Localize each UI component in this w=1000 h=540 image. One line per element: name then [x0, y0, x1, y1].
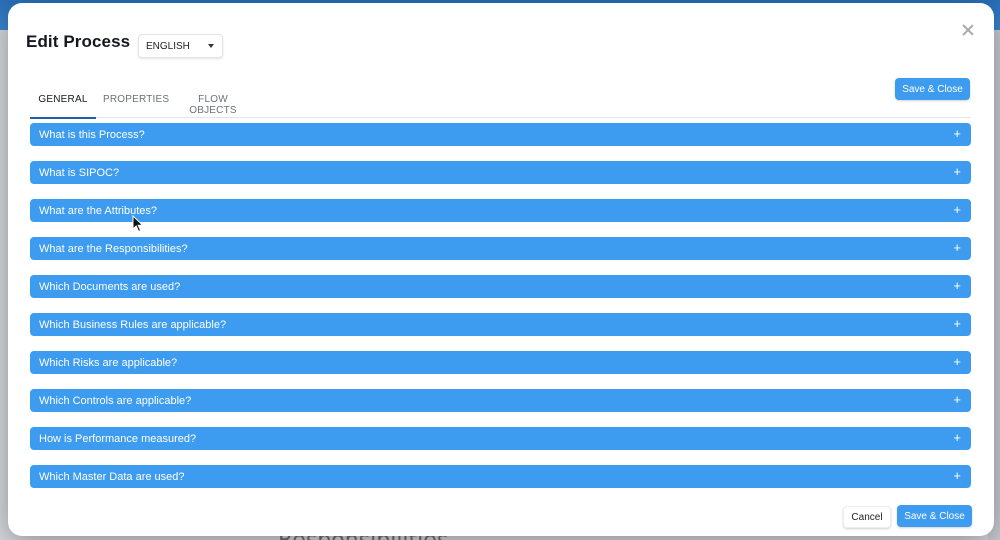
- chevron-down-icon: [208, 44, 214, 48]
- plus-icon: +: [953, 164, 961, 179]
- accordion-item-documents[interactable]: Which Documents are used? +: [30, 275, 971, 298]
- mouse-pointer-icon: [132, 215, 144, 233]
- accordion-item-label: Which Controls are applicable?: [39, 394, 192, 407]
- plus-icon: +: [953, 202, 961, 217]
- accordion-item-label: What is this Process?: [39, 128, 145, 141]
- plus-icon: +: [953, 392, 961, 407]
- language-select[interactable]: ENGLISH: [138, 34, 223, 58]
- plus-icon: +: [953, 354, 961, 369]
- accordion-item-label: Which Master Data are used?: [39, 470, 185, 483]
- accordion-item-label: Which Documents are used?: [39, 280, 181, 293]
- plus-icon: +: [953, 278, 961, 293]
- plus-icon: +: [953, 126, 961, 141]
- accordion-item-label: Which Risks are applicable?: [39, 356, 178, 369]
- accordion-item-attributes[interactable]: What are the Attributes? +: [30, 199, 971, 222]
- accordion-item-responsibilities[interactable]: What are the Responsibilities? +: [30, 237, 971, 260]
- accordion-item-label: What are the Responsibilities?: [39, 242, 188, 255]
- accordion-item-label: How is Performance measured?: [39, 432, 197, 445]
- accordion-item-master-data[interactable]: Which Master Data are used? +: [30, 465, 971, 488]
- tab-properties[interactable]: PROPERTIES: [103, 87, 169, 118]
- tab-general[interactable]: GENERAL: [30, 87, 96, 119]
- save-close-button-bottom[interactable]: Save & Close: [897, 505, 972, 527]
- plus-icon: +: [953, 468, 961, 483]
- accordion-item-process[interactable]: What is this Process? +: [30, 123, 971, 146]
- edit-process-modal: Edit Process ENGLISH Save & Close GENERA…: [8, 3, 994, 536]
- plus-icon: +: [953, 430, 961, 445]
- accordion-item-business-rules[interactable]: Which Business Rules are applicable? +: [30, 313, 971, 336]
- tab-bar: GENERAL PROPERTIES FLOW OBJECTS: [30, 87, 971, 119]
- tab-flow-objects[interactable]: FLOW OBJECTS: [176, 87, 250, 118]
- accordion-item-sipoc[interactable]: What is SIPOC? +: [30, 161, 971, 184]
- plus-icon: +: [953, 316, 961, 331]
- close-icon[interactable]: [960, 22, 976, 38]
- accordion-item-label: Which Business Rules are applicable?: [39, 318, 227, 331]
- accordion-item-label: What is SIPOC?: [39, 166, 120, 179]
- cancel-button[interactable]: Cancel: [843, 506, 891, 528]
- plus-icon: +: [953, 240, 961, 255]
- accordion-item-controls[interactable]: Which Controls are applicable? +: [30, 389, 971, 412]
- accordion-item-risks[interactable]: Which Risks are applicable? +: [30, 351, 971, 374]
- language-select-value: ENGLISH: [146, 40, 190, 52]
- accordion-item-performance[interactable]: How is Performance measured? +: [30, 427, 971, 450]
- modal-title: Edit Process: [26, 32, 131, 51]
